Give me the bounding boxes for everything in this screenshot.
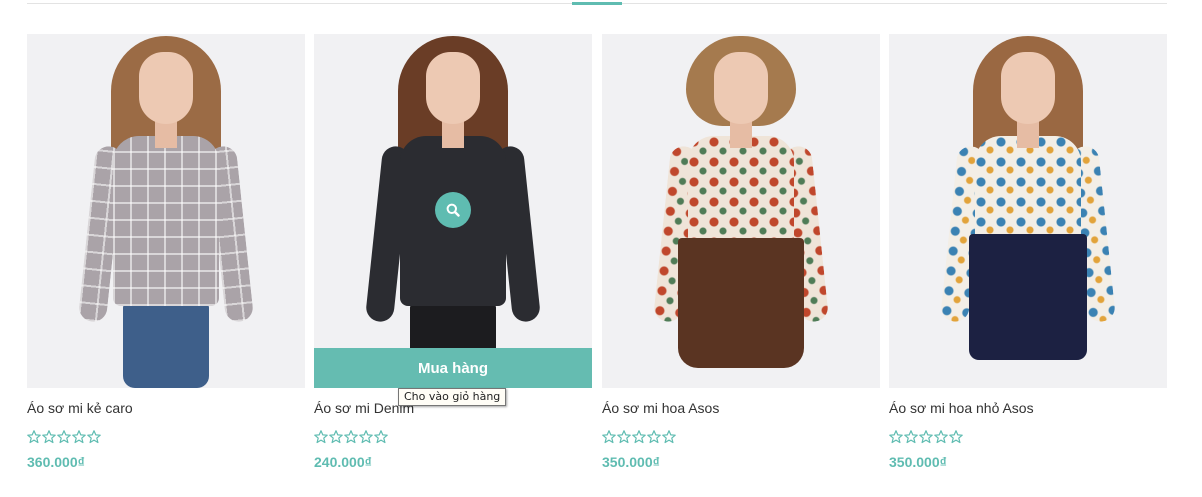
product-card[interactable]: Áo sơ mi hoa Asos 350.000₫ <box>602 34 880 470</box>
star-outline-icon <box>359 430 373 444</box>
star-outline-icon <box>27 430 41 444</box>
star-outline-icon <box>647 430 661 444</box>
star-outline-icon <box>904 430 918 444</box>
product-image[interactable] <box>602 34 880 388</box>
product-card[interactable]: Áo sơ mi kẻ caro 360.000₫ <box>27 34 305 470</box>
star-outline-icon <box>617 430 631 444</box>
product-image[interactable] <box>27 34 305 388</box>
product-card[interactable]: Áo sơ mi hoa nhỏ Asos 350.000₫ <box>889 34 1167 470</box>
star-outline-icon <box>72 430 86 444</box>
product-price: 350.000₫ <box>602 454 660 470</box>
star-outline-icon <box>662 430 676 444</box>
product-name[interactable]: Áo sơ mi hoa nhỏ Asos <box>889 400 1167 418</box>
product-price: 240.000₫ <box>314 454 372 470</box>
star-outline-icon <box>344 430 358 444</box>
star-outline-icon <box>889 430 903 444</box>
star-outline-icon <box>42 430 56 444</box>
star-outline-icon <box>57 430 71 444</box>
product-name[interactable]: Áo sơ mi kẻ caro <box>27 400 305 418</box>
star-outline-icon <box>934 430 948 444</box>
product-rating <box>889 430 1167 444</box>
product-price: 360.000₫ <box>27 454 85 470</box>
star-outline-icon <box>602 430 616 444</box>
star-outline-icon <box>314 430 328 444</box>
product-image[interactable]: Mua hàng <box>314 34 592 388</box>
star-outline-icon <box>632 430 646 444</box>
add-to-cart-tooltip: Cho vào giỏ hàng <box>398 388 507 406</box>
product-rating <box>27 430 305 444</box>
quick-view-button[interactable] <box>435 192 471 228</box>
star-outline-icon <box>374 430 388 444</box>
product-image[interactable] <box>889 34 1167 388</box>
star-outline-icon <box>919 430 933 444</box>
star-outline-icon <box>87 430 101 444</box>
star-outline-icon <box>949 430 963 444</box>
search-icon <box>446 203 460 217</box>
add-to-cart-button[interactable]: Mua hàng <box>314 348 592 388</box>
product-name[interactable]: Áo sơ mi hoa Asos <box>602 400 880 418</box>
product-rating <box>602 430 880 444</box>
product-rating <box>314 430 592 444</box>
section-divider-accent <box>572 2 622 5</box>
star-outline-icon <box>329 430 343 444</box>
product-price: 350.000₫ <box>889 454 947 470</box>
